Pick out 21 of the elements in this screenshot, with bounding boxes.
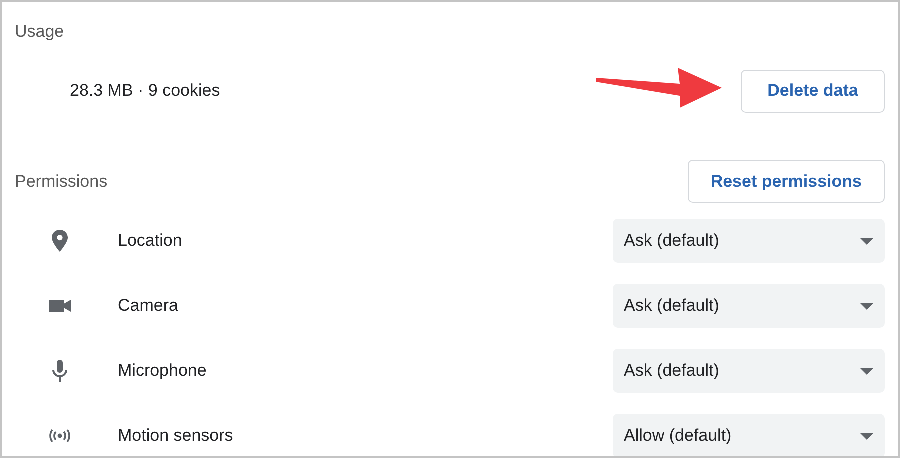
permission-dropdown[interactable]: Allow (default) [613,414,885,456]
permission-label: Microphone [118,361,208,381]
caret-icon [860,238,874,244]
caret-icon [860,432,874,440]
caret-icon [860,302,874,310]
section-heading: Usage [15,21,66,43]
caret-icon [860,368,874,374]
reset-permissions-button[interactable]: Reset permissions [688,160,885,203]
permission-label: Camera [118,296,180,316]
video-camera-icon [49,299,71,313]
microphone-icon [52,360,68,382]
section-heading: Permissions [15,172,108,192]
permission-dropdown[interactable]: Ask (default) [613,284,885,328]
delete-data-button[interactable]: Delete data [741,70,885,112]
sensor-signal-icon [48,429,72,443]
permission-label: Motion sensors [118,426,234,446]
location-pin-icon [52,230,68,252]
permission-dropdown[interactable]: Ask (default) [613,349,885,393]
usage-summary: 28.3 MB · 9 cookies [70,81,220,101]
permission-dropdown[interactable]: Ask (default) [613,219,885,263]
permission-label: Location [118,231,184,251]
